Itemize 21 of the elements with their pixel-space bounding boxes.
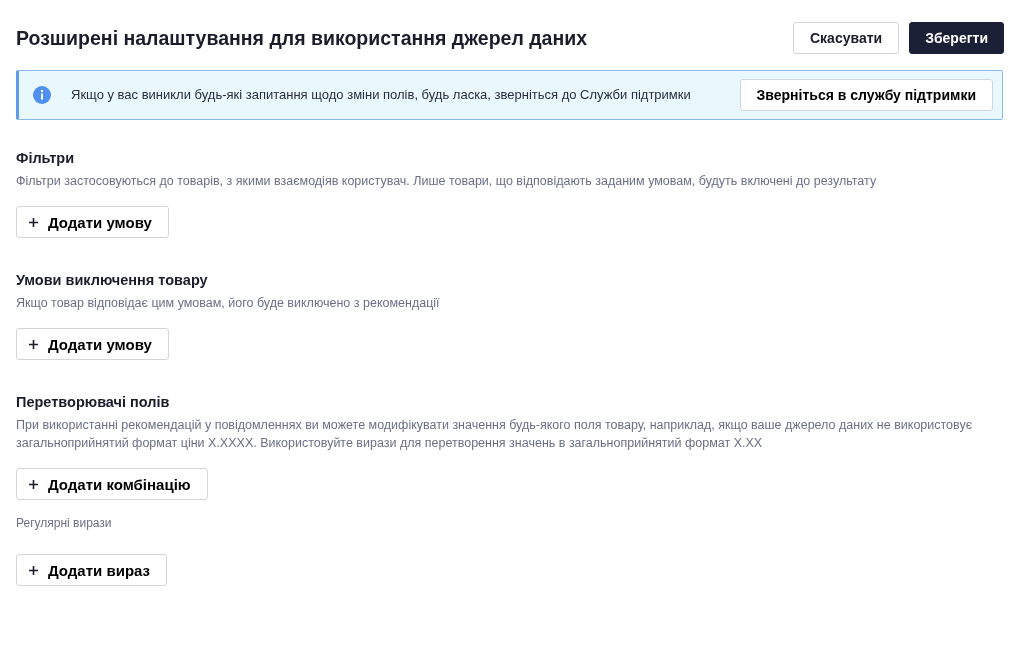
plus-icon	[29, 479, 38, 489]
add-button[interactable]: Додати умову	[16, 206, 169, 238]
section-title: Умови виключення товару	[16, 272, 208, 288]
section-description: Якщо товар відповідає цим умовам, його буде виключено з рекомендації	[16, 295, 440, 312]
add-button[interactable]: Додати комбінацію	[16, 468, 208, 500]
support-button[interactable]: Зверніться в службу підтримки	[739, 79, 993, 111]
plus-icon	[29, 565, 38, 575]
add-button[interactable]: Додати умову	[16, 328, 169, 360]
plus-icon	[29, 217, 38, 227]
info-icon	[33, 86, 51, 104]
section-description: При використанні рекомендацій у повідомленнях ви можете модифікувати значення будь-якого поля товару, наприклад, якщо ваше джерело даних не використовує загальноприйнятий формат ціни X.XXXX. Використовуйте вирази для перетворення значень в загальноприйнятий формат X.XX	[16, 417, 974, 452]
save-button[interactable]: Зберегти	[909, 22, 1004, 54]
plus-icon	[29, 339, 38, 349]
section-title: Фільтри	[16, 150, 75, 166]
cancel-button[interactable]: Скасувати	[793, 22, 900, 54]
add-button[interactable]: Додати вираз	[16, 554, 168, 586]
page-title: Розширені налаштування для використання джерел даних	[16, 26, 588, 50]
section-description: Фільтри застосовуються до товарів, з якими взаємодіяв користувач. Лише товари, що відповідають заданим умовам, будуть включені до результату	[16, 173, 877, 190]
section-title: Перетворювачі полів	[16, 394, 170, 410]
info-text: Якщо у вас виникли будь-які запитання щодо зміни полів, будь ласка, зверніться до Служби підтримки	[71, 86, 692, 104]
subsection-label: Регулярні вирази	[16, 516, 112, 530]
